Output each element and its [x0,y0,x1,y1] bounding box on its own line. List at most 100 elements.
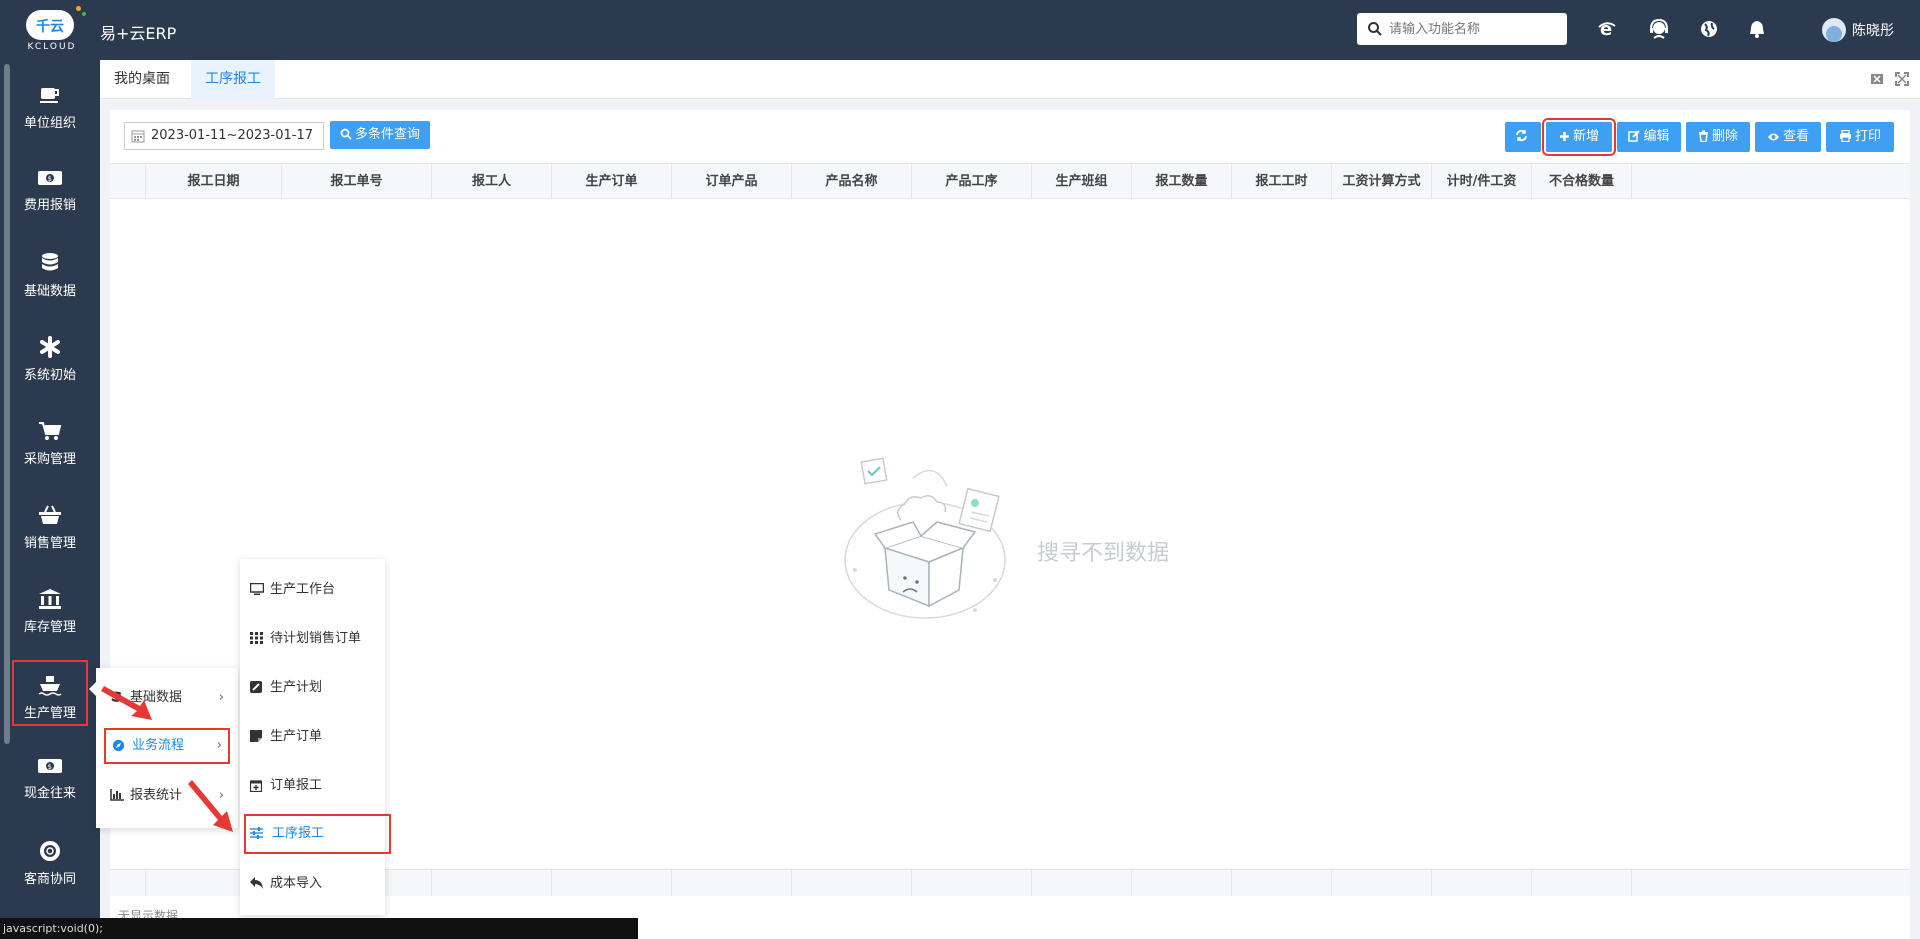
menu-item-reports[interactable]: 报表统计 › [104,778,230,814]
menu-item-production-plan[interactable]: 生产计划 [244,668,381,708]
plus-icon [1559,132,1569,141]
table-header-cell[interactable]: 生产班组 [1032,164,1132,199]
view-button[interactable]: 查看 [1755,122,1821,152]
table-header-cell[interactable]: 生产订单 [552,164,672,199]
menu-item-production-workbench[interactable]: 生产工作台 [244,570,381,610]
globe-icon[interactable] [1698,18,1720,40]
date-range-value: 2023-01-11~2023-01-17 [151,128,313,143]
sidebar-item-label: 采购管理 [23,452,76,467]
multi-query-button[interactable]: 多条件查询 [330,121,430,149]
sidebar-item-purchase[interactable]: 采购管理 [12,408,88,474]
sidebar-item-label: 费用报销 [23,198,76,213]
money-icon: $ [38,171,62,185]
sidebar-item-production[interactable]: 生产管理 [12,660,88,726]
print-button[interactable]: 打印 [1826,122,1894,152]
fullscreen-icon[interactable] [1895,72,1909,86]
support-icon[interactable] [1648,18,1670,40]
app-logo[interactable]: 千云 KCLOUD [14,6,86,54]
edit-button[interactable]: 编辑 [1617,122,1681,152]
sidebar-item-basic-data[interactable]: 基础数据 [12,240,88,306]
refresh-button[interactable] [1505,122,1541,152]
menu-item-process-report[interactable]: 工序报工 [244,814,391,854]
menu-item-label: 生产工作台 [270,582,336,597]
button-label: 打印 [1854,129,1881,144]
reply-icon [250,877,263,889]
user-menu[interactable]: 陈晓彤 [1822,15,1894,45]
basket-icon [39,505,61,524]
menu-item-label: 生产计划 [270,680,323,695]
tab-desktop[interactable]: 我的桌面 [100,60,184,99]
menu-item-order-report[interactable]: 订单报工 [244,766,381,806]
menu-item-pending-sales-orders[interactable]: 待计划销售订单 [244,619,381,659]
svg-text:e: e [1600,19,1612,40]
table-header-cell[interactable]: 报工人 [432,164,552,199]
database-icon [42,253,58,271]
monitor-icon [250,583,264,595]
tab-bar: 我的桌面 工序报工 [100,60,1920,99]
button-label: 查看 [1782,129,1809,144]
sidebar: 单位组织 $ 费用报销 基础数据 系统初始 采购管理 销售管理 库存管理 生产管… [0,60,100,939]
chevron-right-icon: › [218,690,224,705]
delete-button[interactable]: 删除 [1686,122,1750,152]
sidebar-item-partner[interactable]: 客商协同 [12,828,88,894]
logo-subtext: KCLOUD [27,42,77,52]
user-name: 陈晓彤 [1852,23,1894,39]
sidebar-scrollbar[interactable] [4,64,10,744]
sidebar-item-label: 系统初始 [23,368,76,383]
bank-icon [39,589,61,609]
top-bar: 千云 KCLOUD 易+云ERP e 陈晓彤 [0,0,1920,60]
sliders-icon [250,827,263,839]
menu-item-business-flow[interactable]: 业务流程 › [104,728,230,764]
table-header-cell[interactable]: 产品名称 [792,164,912,199]
table-header-cell[interactable]: 工资计算方式 [1332,164,1432,199]
refresh-icon [1516,129,1527,142]
date-range-picker[interactable]: 2023-01-11~2023-01-17 [124,122,324,150]
menu-item-label: 报表统计 [130,788,183,803]
menu-item-label: 业务流程 [132,738,185,753]
sidebar-item-label: 单位组织 [23,116,76,131]
tab-process-report[interactable]: 工序报工 [191,60,275,99]
menu-item-label: 成本导入 [270,876,323,891]
search-input[interactable] [1389,17,1559,41]
table-header-cell[interactable]: 报工工时 [1232,164,1332,199]
menu-item-production-order[interactable]: 生产订单 [244,717,381,757]
sidebar-item-sales[interactable]: 销售管理 [12,492,88,558]
table-header-cell[interactable]: 报工单号 [282,164,432,199]
sidebar-item-expense[interactable]: $ 费用报销 [12,156,88,222]
search-icon [1368,22,1382,36]
menu-item-cost-import[interactable]: 成本导入 [244,864,381,904]
table-header-cell[interactable]: 订单产品 [672,164,792,199]
compass-icon [112,739,125,752]
svg-text:$: $ [48,175,52,183]
button-label: 新增 [1572,129,1599,144]
ie-icon[interactable]: e [1596,18,1618,40]
table-header-cell[interactable]: 产品工序 [912,164,1032,199]
sidebar-item-inventory[interactable]: 库存管理 [12,576,88,642]
button-label: 编辑 [1643,129,1670,144]
function-search[interactable] [1357,13,1567,45]
close-tabs-icon[interactable] [1870,72,1884,86]
search-icon [340,128,352,140]
add-button[interactable]: 新增 [1542,118,1616,156]
empty-box-illustration [844,457,1006,619]
sidebar-item-system-init[interactable]: 系统初始 [12,324,88,390]
tab-label: 工序报工 [205,71,261,87]
asterisk-icon [40,336,60,358]
sidebar-item-label: 销售管理 [23,536,76,551]
sidebar-item-unit-org[interactable]: 单位组织 [12,72,88,138]
table-header-cell[interactable]: 报工日期 [146,164,282,199]
table-header-cell[interactable]: 计时/件工资 [1432,164,1532,199]
trash-icon [1698,130,1708,143]
money-icon: $ [38,759,62,773]
bell-icon[interactable] [1746,18,1768,40]
grid-icon [250,632,263,644]
table-header-cell[interactable]: 报工数量 [1132,164,1232,199]
calendar-icon [131,130,145,143]
sidebar-item-cash[interactable]: $ 现金往来 [12,744,88,810]
table-header-cell[interactable]: 不合格数量 [1532,164,1632,199]
edit-icon [1628,130,1641,142]
table-header-checkbox-col [110,164,146,199]
chevron-right-icon: › [216,738,222,753]
menu-item-basic-data[interactable]: 基础数据 › [104,680,230,716]
lifebuoy-icon [40,841,60,861]
